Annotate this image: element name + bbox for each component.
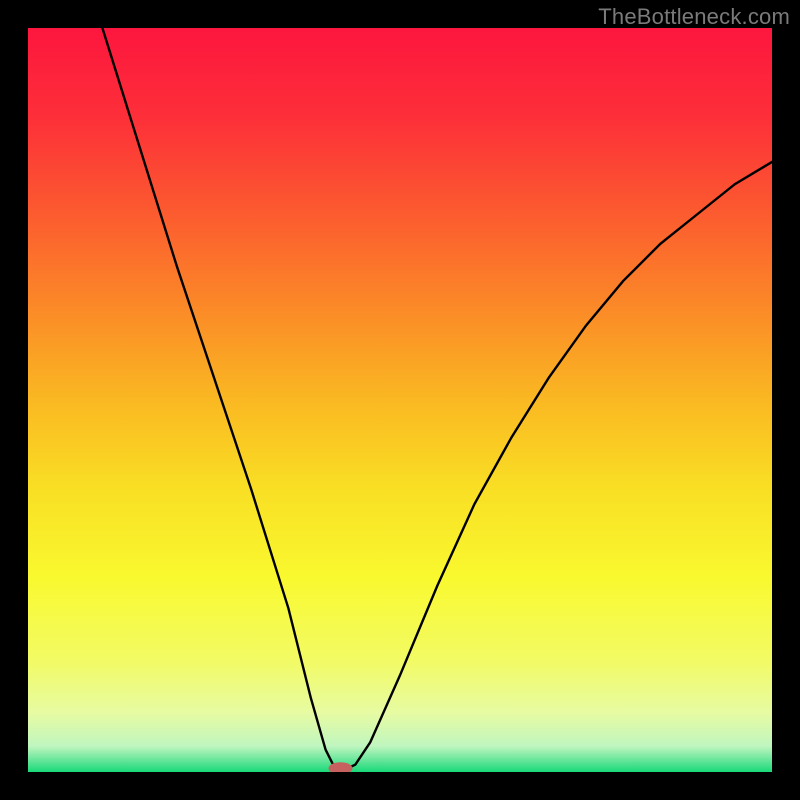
gradient-background	[28, 28, 772, 772]
chart-frame: TheBottleneck.com	[0, 0, 800, 800]
chart-svg	[28, 28, 772, 772]
plot-area	[28, 28, 772, 772]
watermark-text: TheBottleneck.com	[598, 4, 790, 30]
